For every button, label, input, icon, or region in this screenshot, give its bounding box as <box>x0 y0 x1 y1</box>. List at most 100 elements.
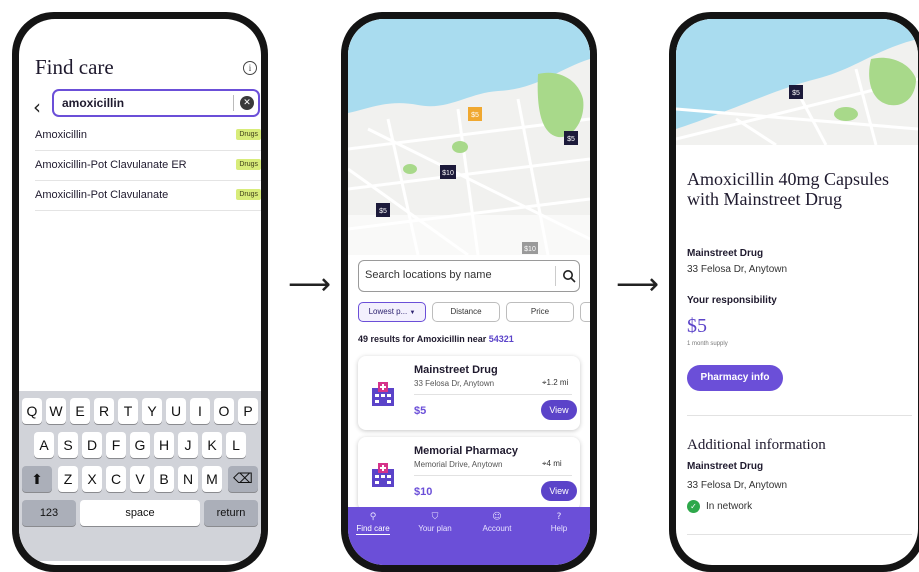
key-o[interactable]: O <box>214 398 234 424</box>
filter-price[interactable]: Price <box>506 302 574 322</box>
search-value: amoxicillin <box>62 96 125 110</box>
back-chevron-icon[interactable]: ‹ <box>33 95 41 119</box>
key-w[interactable]: W <box>46 398 66 424</box>
key-t[interactable]: T <box>118 398 138 424</box>
pharmacy-address: 33 Felosa Dr, Anytown <box>414 379 495 388</box>
key-r[interactable]: R <box>94 398 114 424</box>
view-button[interactable]: View <box>541 400 577 420</box>
check-icon: ✓ <box>687 500 700 513</box>
pharmacy-building-icon <box>372 382 394 406</box>
key-l[interactable]: L <box>226 432 246 458</box>
section-divider <box>687 415 912 416</box>
key-v[interactable]: V <box>130 466 150 492</box>
nav-account[interactable]: ☺ Account <box>472 512 522 533</box>
chevron-down-icon: ▼ <box>409 310 416 316</box>
drugs-tag: Drugs <box>236 129 261 140</box>
map-marker-label: $10 <box>442 170 454 177</box>
detail-screen: $5 Amoxicillin 40mg Capsules with Mainst… <box>676 19 918 565</box>
pharmacy-building-icon <box>372 463 394 487</box>
pharmacy-info-button[interactable]: Pharmacy info <box>687 365 783 391</box>
numbers-key[interactable]: 123 <box>22 500 76 526</box>
space-key[interactable]: space <box>80 500 200 526</box>
search-input[interactable]: amoxicillin ✕ <box>52 89 260 117</box>
view-button[interactable]: View <box>541 481 577 501</box>
clear-icon[interactable]: ✕ <box>240 96 254 110</box>
keyboard: Q W E R T Y U I O P A S D F G H J K L ⬆ … <box>19 391 261 561</box>
nav-find-care[interactable]: ⚲ Find care <box>348 512 398 535</box>
pharmacy-address: Memorial Drive, Anytown <box>414 460 503 469</box>
key-a[interactable]: A <box>34 432 54 458</box>
key-k[interactable]: K <box>202 432 222 458</box>
key-d[interactable]: D <box>82 432 102 458</box>
nav-label: Your plan <box>418 524 452 533</box>
bottom-nav: ⚲ Find care ⛉ Your plan ☺ Account ? Help <box>348 507 590 565</box>
result-item[interactable]: Amoxicillin Drugs <box>35 120 261 151</box>
drugs-tag: Drugs <box>236 189 261 200</box>
filter-distance[interactable]: Distance <box>432 302 500 322</box>
key-s[interactable]: S <box>58 432 78 458</box>
filter-more[interactable] <box>580 302 590 322</box>
location-search-input[interactable]: Search locations by name <box>358 260 580 292</box>
shield-icon: ⛉ <box>431 512 439 522</box>
zip-link[interactable]: 54321 <box>489 334 514 344</box>
sort-dropdown[interactable]: Lowest p... ▼ <box>358 302 426 322</box>
page-title: Find care <box>35 55 114 79</box>
search-icon: ⚲ <box>369 512 377 522</box>
key-h[interactable]: H <box>154 432 174 458</box>
key-c[interactable]: C <box>106 466 126 492</box>
key-y[interactable]: Y <box>142 398 162 424</box>
map-marker-label: $5 <box>471 112 479 119</box>
pharmacy-card[interactable]: Mainstreet Drug 33 Felosa Dr, Anytown ⌖1… <box>358 356 580 430</box>
result-label: Amoxicillin <box>35 129 87 141</box>
help-icon: ? <box>556 512 562 522</box>
nav-your-plan[interactable]: ⛉ Your plan <box>410 512 460 533</box>
key-b[interactable]: B <box>154 466 174 492</box>
map[interactable]: $5 $5 $10 $5 $10 <box>348 19 590 255</box>
pharmacy-price: $10 <box>414 486 433 498</box>
pharmacy-distance: ⌖1.2 mi <box>542 378 568 388</box>
user-icon: ☺ <box>492 512 502 522</box>
search-placeholder: Search locations by name <box>365 269 492 281</box>
result-item[interactable]: Amoxicillin-Pot Clavulanate Drugs <box>35 180 261 211</box>
shift-key[interactable]: ⬆ <box>22 466 52 492</box>
supply-text: 1 month supply <box>687 341 728 347</box>
pharmacy-address: 33 Felosa Dr, Anytown <box>687 264 788 275</box>
result-item[interactable]: Amoxicillin-Pot Clavulanate ER Drugs <box>35 150 261 181</box>
find-care-screen: Find care i ‹ amoxicillin ✕ Amoxicillin … <box>19 19 261 565</box>
result-label: Amoxicillin-Pot Clavulanate ER <box>35 159 187 171</box>
map-marker-label: $10 <box>524 246 536 253</box>
results-count: 49 results for Amoxicillin near 54321 <box>358 334 514 344</box>
return-key[interactable]: return <box>204 500 258 526</box>
key-m[interactable]: M <box>202 466 222 492</box>
map-marker-label: $5 <box>567 136 575 143</box>
key-j[interactable]: J <box>178 432 198 458</box>
key-g[interactable]: G <box>130 432 150 458</box>
key-i[interactable]: I <box>190 398 210 424</box>
key-q[interactable]: Q <box>22 398 42 424</box>
map-marker-label: $5 <box>792 90 800 97</box>
network-status: In network <box>706 501 753 512</box>
map-marker-label: $5 <box>379 208 387 215</box>
search-icon[interactable] <box>562 269 576 283</box>
card-divider <box>414 475 572 476</box>
key-e[interactable]: E <box>70 398 90 424</box>
pharmacy-card[interactable]: Memorial Pharmacy Memorial Drive, Anytow… <box>358 437 580 511</box>
distance-value: 1.2 mi <box>546 378 569 387</box>
pharmacy-name: Memorial Pharmacy <box>414 445 518 457</box>
key-x[interactable]: X <box>82 466 102 492</box>
map[interactable]: $5 <box>676 19 918 145</box>
key-z[interactable]: Z <box>58 466 78 492</box>
info-icon[interactable]: i <box>243 61 257 75</box>
pharmacy-price: $5 <box>414 405 427 417</box>
key-u[interactable]: U <box>166 398 186 424</box>
key-p[interactable]: P <box>238 398 258 424</box>
pharmacy-name: Mainstreet Drug <box>687 248 764 259</box>
locations-screen: $5 $5 $10 $5 $10 Search locations by nam… <box>348 19 590 565</box>
delete-key[interactable]: ⌫ <box>228 466 258 492</box>
nav-label: Account <box>482 524 512 533</box>
nav-help[interactable]: ? Help <box>534 512 584 533</box>
key-n[interactable]: N <box>178 466 198 492</box>
text-cursor <box>233 95 234 111</box>
key-f[interactable]: F <box>106 432 126 458</box>
phone-locations: $5 $5 $10 $5 $10 Search locations by nam… <box>341 12 597 572</box>
